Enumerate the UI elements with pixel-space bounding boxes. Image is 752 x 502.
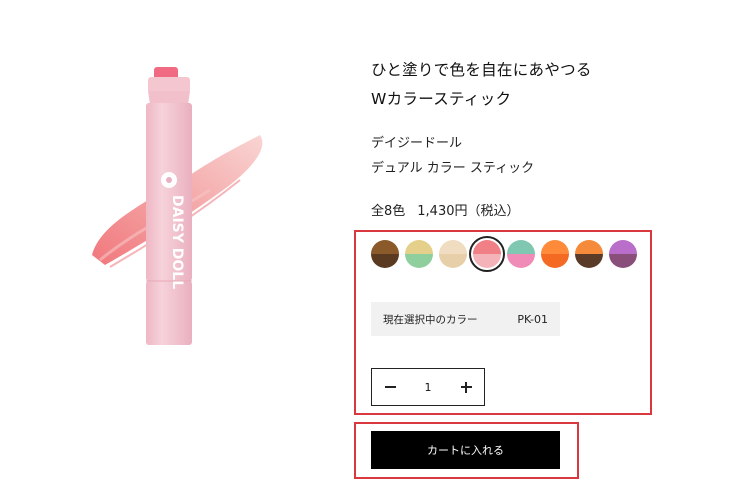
price-line: 全8色 1,430円（税込） xyxy=(371,201,520,223)
swatch-top-half xyxy=(405,240,433,254)
swatch-top-half xyxy=(541,240,569,254)
swatch-bottom-half xyxy=(371,254,399,268)
swatch-top-half xyxy=(439,240,467,254)
swatch-bottom-half xyxy=(541,254,569,268)
swatch-bottom-half xyxy=(507,254,535,268)
decrease-button[interactable] xyxy=(372,369,408,405)
swatch-top-half xyxy=(507,240,535,254)
minus-icon xyxy=(384,386,396,388)
swatch-bottom-half xyxy=(405,254,433,268)
color-swatch[interactable] xyxy=(609,240,637,268)
product-name: デュアル カラー スティック xyxy=(371,161,535,176)
color-swatch[interactable] xyxy=(469,236,505,272)
color-swatch[interactable] xyxy=(507,240,535,268)
selected-color-label: 現在選択中のカラー xyxy=(383,313,478,326)
package-logo-text: DAISY DOLL xyxy=(169,195,185,289)
color-swatch[interactable] xyxy=(371,240,399,268)
swatch-top-half xyxy=(575,240,603,254)
brand-name: デイジードール xyxy=(371,136,463,151)
swatch-bottom-half xyxy=(609,254,637,268)
variant-count: 全8色 xyxy=(371,204,406,219)
swatch-bottom-half xyxy=(473,254,501,268)
swatch-bottom-half xyxy=(575,254,603,268)
tagline-line-2: Wカラースティック xyxy=(371,90,512,108)
lipstick-stick: DAISY DOLL xyxy=(146,67,192,345)
color-swatch[interactable] xyxy=(575,240,603,268)
tagline-line-1: ひと塗りで色を自在にあやつる xyxy=(371,61,592,79)
color-swatch[interactable] xyxy=(405,240,433,268)
product-image: DAISY DOLL xyxy=(80,55,280,355)
product-brand-block: デイジードール デュアル カラー スティック xyxy=(371,131,534,181)
color-swatch[interactable] xyxy=(541,240,569,268)
swatch-top-half xyxy=(609,240,637,254)
price: 1,430円（税込） xyxy=(417,204,520,219)
quantity-value[interactable]: 1 xyxy=(408,381,448,394)
swatch-top-half xyxy=(473,240,501,254)
selected-color-display: 現在選択中のカラー PK-01 xyxy=(371,302,560,336)
quantity-stepper: 1 xyxy=(371,368,485,406)
plus-icon xyxy=(460,381,472,393)
color-swatch-list xyxy=(371,236,637,272)
add-to-cart-button[interactable]: カートに入れる xyxy=(371,431,560,469)
increase-button[interactable] xyxy=(448,369,484,405)
color-swatch[interactable] xyxy=(439,240,467,268)
selected-color-code: PK-01 xyxy=(517,312,548,326)
product-tagline: ひと塗りで色を自在にあやつる Wカラースティック xyxy=(371,56,592,114)
swatch-top-half xyxy=(371,240,399,254)
swatch-bottom-half xyxy=(439,254,467,268)
